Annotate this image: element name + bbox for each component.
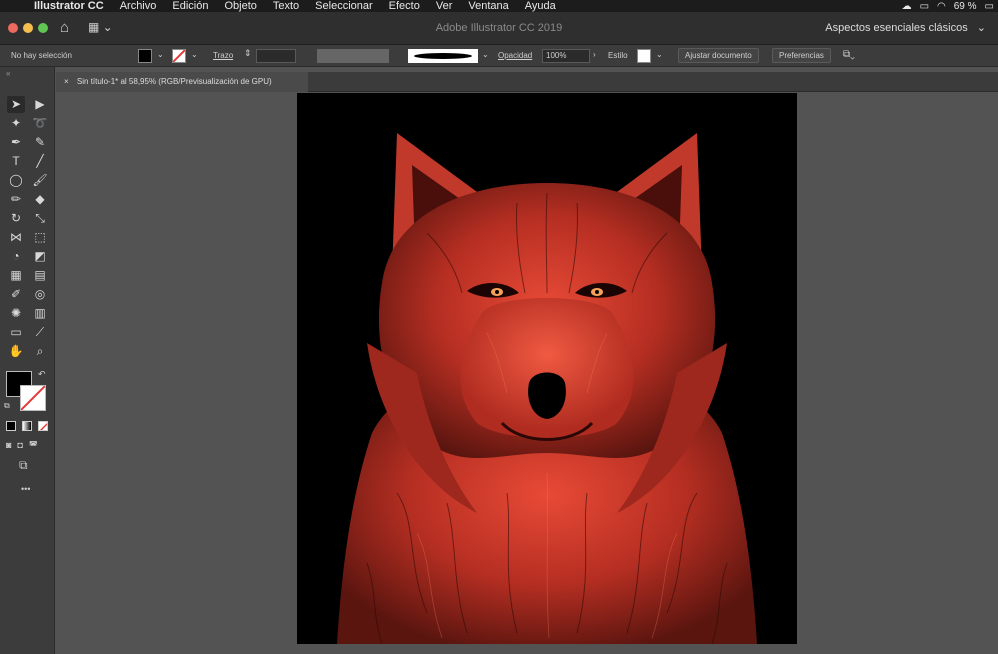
airplay-icon[interactable]: ▭ — [920, 1, 929, 12]
status-icons: ☁ ▭ ◠ 69 % ▭ — [902, 0, 994, 12]
eraser-icon[interactable]: ◆ — [31, 191, 49, 208]
stroke-weight-stepper[interactable]: ⇕ — [244, 48, 252, 59]
menu-ayuda[interactable]: Ayuda — [517, 0, 564, 12]
graph-icon[interactable]: ▥ — [31, 305, 49, 322]
no-stroke-icon — [173, 50, 185, 62]
draw-inside-icon[interactable]: ◚ — [29, 440, 38, 451]
pen-icon[interactable]: ✒ — [7, 134, 25, 151]
mesh-icon[interactable]: ▦ — [7, 267, 25, 284]
menu-texto[interactable]: Texto — [265, 0, 307, 12]
menu-ventana[interactable]: Ventana — [460, 0, 516, 12]
wolf-illustration — [337, 133, 757, 644]
preferences-button[interactable]: Preferencias — [772, 48, 831, 63]
menu-efecto[interactable]: Efecto — [381, 0, 428, 12]
draw-mode-buttons: ◙ ◘ ◚ — [6, 440, 38, 451]
wifi-icon[interactable]: ◠ — [937, 1, 946, 12]
mac-menubar: Illustrator CC Archivo Edición Objeto Te… — [0, 0, 998, 12]
artboard-icon[interactable]: ▭ — [7, 324, 25, 341]
menu-ver[interactable]: Ver — [428, 0, 461, 12]
swap-colors-icon[interactable]: ↶ — [38, 369, 46, 380]
width-icon[interactable]: ⋈ — [7, 229, 25, 246]
window-titlebar: ⌂ ▦ ⌄ Adobe Illustrator CC 2019 Aspectos… — [0, 12, 998, 45]
close-tab-icon[interactable]: × — [64, 77, 69, 86]
curvature-icon[interactable]: ✎ — [31, 134, 49, 151]
blend-icon[interactable]: ◎ — [31, 286, 49, 303]
fill-swatch[interactable] — [138, 49, 152, 63]
shaper-icon[interactable]: ✏ — [7, 191, 25, 208]
stroke-swatch[interactable] — [172, 49, 186, 63]
chevron-right-icon[interactable]: › — [593, 50, 596, 59]
fit-document-button[interactable]: Ajustar documento — [678, 48, 759, 63]
brush-definition[interactable] — [408, 49, 478, 63]
workspace-label: Aspectos esenciales clásicos — [825, 22, 968, 34]
slice-icon[interactable]: ⟋ — [31, 324, 49, 341]
canvas-area[interactable] — [56, 93, 998, 654]
paintbrush-icon[interactable]: 🖌 — [31, 172, 49, 189]
none-slash-icon — [39, 422, 47, 430]
document-tab-bar: × Sin título-1* al 58,95% (RGB/Previsual… — [56, 72, 998, 92]
menu-seleccionar[interactable]: Seleccionar — [307, 0, 380, 12]
menu-objeto[interactable]: Objeto — [216, 0, 264, 12]
artboard[interactable] — [297, 93, 797, 644]
perspective-icon[interactable]: ◩ — [31, 248, 49, 265]
none-button[interactable] — [38, 421, 48, 431]
graphic-style-swatch[interactable] — [637, 49, 651, 63]
type-icon[interactable]: T — [7, 153, 25, 170]
stroke-color-box[interactable] — [20, 385, 46, 411]
workspace-switcher[interactable]: Aspectos esenciales clásicos ⌄ — [825, 21, 986, 34]
chevron-down-icon[interactable]: ⌄ — [482, 50, 489, 59]
screen-mode-icon[interactable]: ⧉ — [19, 458, 28, 473]
selection-icon[interactable]: ➤ — [7, 96, 25, 113]
chevron-down-icon: ⌄ — [976, 22, 986, 34]
eyedropper-icon[interactable]: ✐ — [7, 286, 25, 303]
app-menu[interactable]: Illustrator CC — [26, 0, 112, 12]
style-label: Estilo — [608, 51, 628, 60]
menu-archivo[interactable]: Archivo — [112, 0, 165, 12]
hand-icon[interactable]: ✋ — [7, 343, 25, 360]
panel-collapse-icon[interactable]: « — [6, 69, 10, 78]
arrange-icon[interactable]: ⧉⌄ — [843, 49, 855, 60]
gradient-button[interactable] — [22, 421, 32, 431]
lasso-icon[interactable]: ➰ — [31, 115, 49, 132]
draw-behind-icon[interactable]: ◘ — [17, 440, 22, 451]
battery-label[interactable]: 69 % — [954, 1, 977, 12]
chevron-down-icon[interactable]: ⌄ — [656, 50, 663, 59]
color-mode-buttons — [6, 421, 48, 431]
ellipse-icon[interactable]: ◯ — [7, 172, 25, 189]
zoom-icon[interactable]: ⌕ — [31, 343, 49, 360]
no-stroke-icon — [21, 386, 45, 410]
shape-builder-icon[interactable]: ◔ — [7, 248, 25, 265]
document-tab[interactable]: × Sin título-1* al 58,95% (RGB/Previsual… — [56, 72, 308, 92]
draw-normal-icon[interactable]: ◙ — [6, 440, 11, 451]
stroke-label[interactable]: Trazo — [213, 51, 233, 60]
control-bar: No hay selección ⌄ ⌄ Trazo ⇕ ⌄ Opacidad … — [0, 45, 998, 67]
creative-cloud-icon[interactable]: ☁ — [902, 1, 912, 12]
variable-width-profile[interactable] — [317, 49, 389, 63]
opacity-input[interactable]: 100% — [542, 49, 590, 63]
document-tab-title: Sin título-1* al 58,95% (RGB/Previsualiz… — [76, 77, 272, 86]
rotate-icon[interactable]: ↻ — [7, 210, 25, 227]
brush-stroke-preview — [414, 53, 472, 59]
free-transform-icon[interactable]: ⬚ — [31, 229, 49, 246]
direct-selection-icon[interactable]: ▶ — [31, 96, 49, 113]
gradient-icon[interactable]: ▤ — [31, 267, 49, 284]
more-tools-button[interactable]: ••• — [21, 484, 30, 494]
scale-icon[interactable]: ⤡ — [31, 210, 49, 227]
menu-edicion[interactable]: Edición — [164, 0, 216, 12]
stroke-weight-input[interactable] — [256, 49, 296, 63]
color-button[interactable] — [6, 421, 16, 431]
symbol-sprayer-icon[interactable]: ✺ — [7, 305, 25, 322]
tools-panel: « ➤ ▶ ✦ ➰ ✒ ✎ T ╱ ◯ 🖌 ✏ ◆ ↻ ⤡ ⋈ ⬚ ◔ ◩ ▦ ▤ ✐ ◎ ✺ ▥ ▭ ⟋ ✋ ⌕ ↶ ⧉ ◙ ◘ ◚… — [0, 67, 55, 654]
battery-icon[interactable]: ▭ — [985, 1, 994, 12]
selection-status: No hay selección — [11, 51, 72, 60]
magic-wand-icon[interactable]: ✦ — [7, 115, 25, 132]
default-colors-icon[interactable]: ⧉ — [4, 401, 10, 411]
chevron-down-icon[interactable]: ⌄ — [191, 50, 198, 59]
chevron-down-icon[interactable]: ⌄ — [157, 50, 164, 59]
opacity-label[interactable]: Opacidad — [498, 51, 532, 60]
line-icon[interactable]: ╱ — [31, 153, 49, 170]
